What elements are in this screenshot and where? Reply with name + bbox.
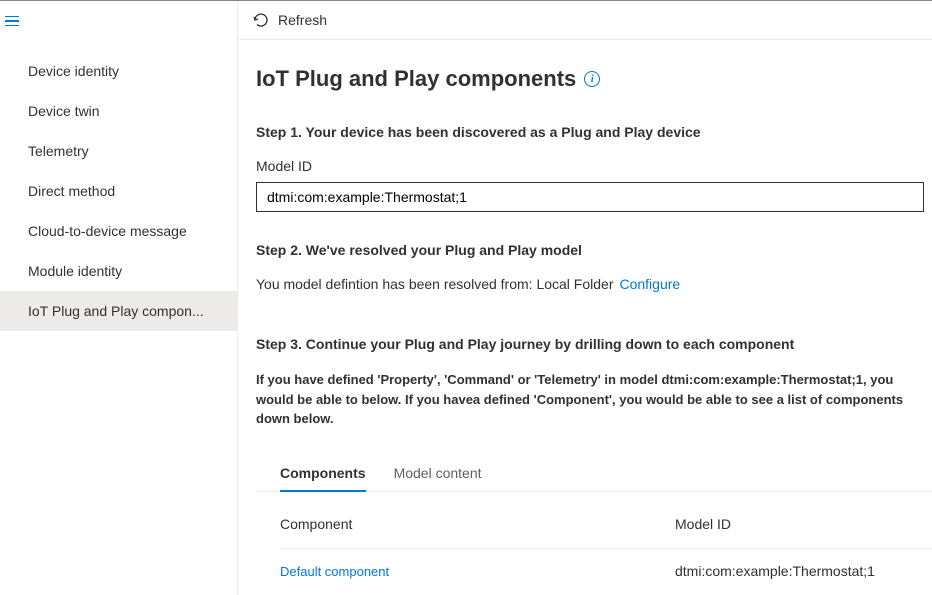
sidebar-item-device-twin[interactable]: Device twin <box>0 91 237 131</box>
main: Refresh IoT Plug and Play components i S… <box>238 1 932 595</box>
info-icon[interactable]: i <box>584 71 600 87</box>
step2-title: Step 2. We've resolved your Plug and Pla… <box>256 242 932 258</box>
row-model-id: dtmi:com:example:Thermostat;1 <box>675 563 932 579</box>
refresh-icon <box>252 11 270 29</box>
step3-desc: If you have defined 'Property', 'Command… <box>256 370 932 429</box>
step2-desc: You model defintion has been resolved fr… <box>256 276 613 292</box>
page-title-text: IoT Plug and Play components <box>256 66 576 92</box>
sidebar-items: Device identity Device twin Telemetry Di… <box>0 51 237 331</box>
col-header-component: Component <box>280 516 675 532</box>
refresh-label: Refresh <box>278 12 327 28</box>
col-header-model-id: Model ID <box>675 516 932 532</box>
component-link[interactable]: Default component <box>280 564 389 579</box>
tabs: Components Model content <box>256 457 932 492</box>
content: IoT Plug and Play components i Step 1. Y… <box>238 40 932 593</box>
tab-model-content[interactable]: Model content <box>394 457 482 491</box>
tab-components[interactable]: Components <box>280 457 366 491</box>
sidebar-item-cloud-to-device[interactable]: Cloud-to-device message <box>0 211 237 251</box>
page-title: IoT Plug and Play components i <box>256 66 932 92</box>
model-id-label: Model ID <box>256 158 932 174</box>
components-table: Component Model ID Default component dtm… <box>256 516 932 593</box>
sidebar-item-device-identity[interactable]: Device identity <box>0 51 237 91</box>
toolbar: Refresh <box>238 1 932 40</box>
model-id-input[interactable] <box>256 182 924 212</box>
sidebar: Device identity Device twin Telemetry Di… <box>0 1 238 595</box>
hamburger-menu-icon[interactable] <box>5 5 37 37</box>
step1-title: Step 1. Your device has been discovered … <box>256 124 932 140</box>
sidebar-item-module-identity[interactable]: Module identity <box>0 251 237 291</box>
sidebar-item-telemetry[interactable]: Telemetry <box>0 131 237 171</box>
sidebar-item-iot-plug-and-play[interactable]: IoT Plug and Play compon... <box>0 291 237 331</box>
configure-link[interactable]: Configure <box>619 276 680 292</box>
sidebar-item-direct-method[interactable]: Direct method <box>0 171 237 211</box>
table-row: Default component dtmi:com:example:Therm… <box>280 548 932 593</box>
step3-title: Step 3. Continue your Plug and Play jour… <box>256 336 932 352</box>
table-header: Component Model ID <box>280 516 932 548</box>
refresh-button[interactable]: Refresh <box>252 11 327 29</box>
